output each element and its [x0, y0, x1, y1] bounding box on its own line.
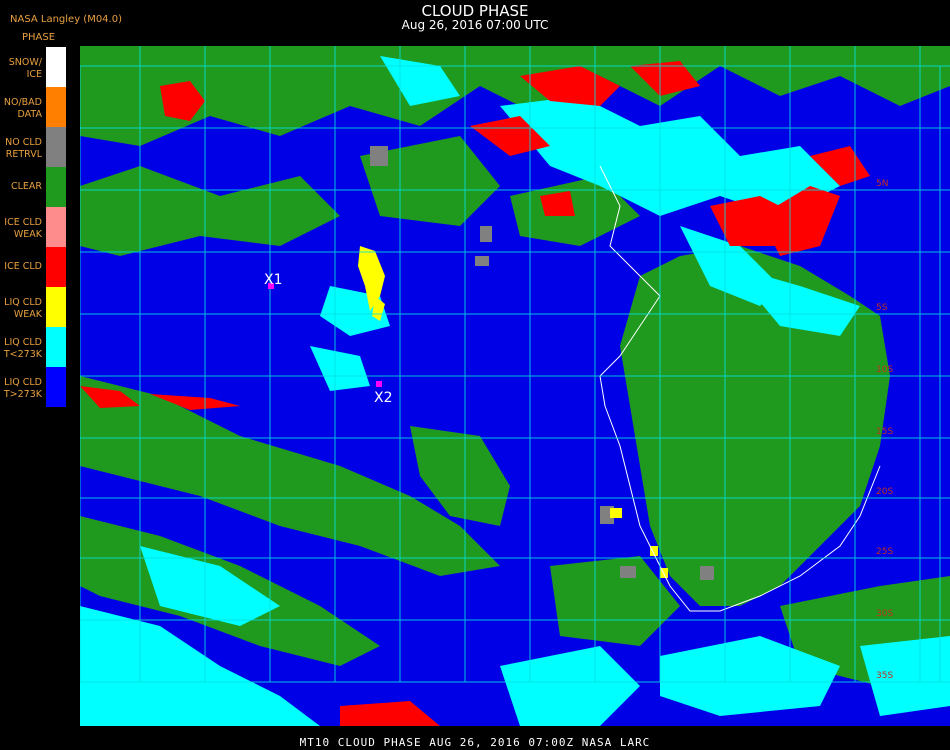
grid-label: 30S	[876, 609, 893, 619]
legend-swatch	[46, 287, 66, 327]
legend-item-liq-cld-weak: LIQ CLD WEAK	[0, 287, 66, 327]
legend-item-ice-cld: ICE CLD	[0, 247, 66, 287]
map-subtitle: Aug 26, 2016 07:00 UTC	[401, 18, 549, 32]
legend-item-clear: CLEAR	[0, 167, 66, 207]
marker-x2-dot	[376, 381, 382, 387]
legend-item-no-cld-retrvl: NO CLD RETRVL	[0, 127, 66, 167]
legend-item-liq-cld-warm: LIQ CLD T>273K	[0, 367, 66, 407]
grid-label: 5S	[876, 303, 888, 313]
legend-item-ice-cld-weak: ICE CLD WEAK	[0, 207, 66, 247]
legend-swatch	[46, 127, 66, 167]
legend-swatch	[46, 327, 66, 367]
footer-caption: MT10 CLOUD PHASE AUG 26, 2016 07:00Z NAS…	[299, 736, 651, 749]
cloud-phase-map: 5N 5S 10S 15S 20S 25S 30S 35S X1 X2	[80, 46, 950, 726]
grid-label: 25S	[876, 547, 893, 557]
marker-x1-label: X1	[264, 272, 283, 288]
grid-label: 20S	[876, 487, 893, 497]
legend-swatch	[46, 167, 66, 207]
grid-label: 35S	[876, 671, 893, 681]
legend-swatch	[46, 47, 66, 87]
legend-item-liq-cld-cold: LIQ CLD T<273K	[0, 327, 66, 367]
legend-swatch	[46, 247, 66, 287]
grid-label: 15S	[876, 427, 893, 437]
marker-x2-label: X2	[374, 390, 393, 406]
legend-swatch	[46, 207, 66, 247]
grid-label: 5N	[876, 179, 888, 189]
legend-item-snow-ice: SNOW/ICE	[0, 47, 66, 87]
grid-label: 10S	[876, 365, 893, 375]
legend-item-no-bad-data: NO/BAD DATA	[0, 87, 66, 127]
legend-title: PHASE	[22, 32, 56, 43]
legend-swatch	[46, 87, 66, 127]
legend-swatch	[46, 367, 66, 407]
